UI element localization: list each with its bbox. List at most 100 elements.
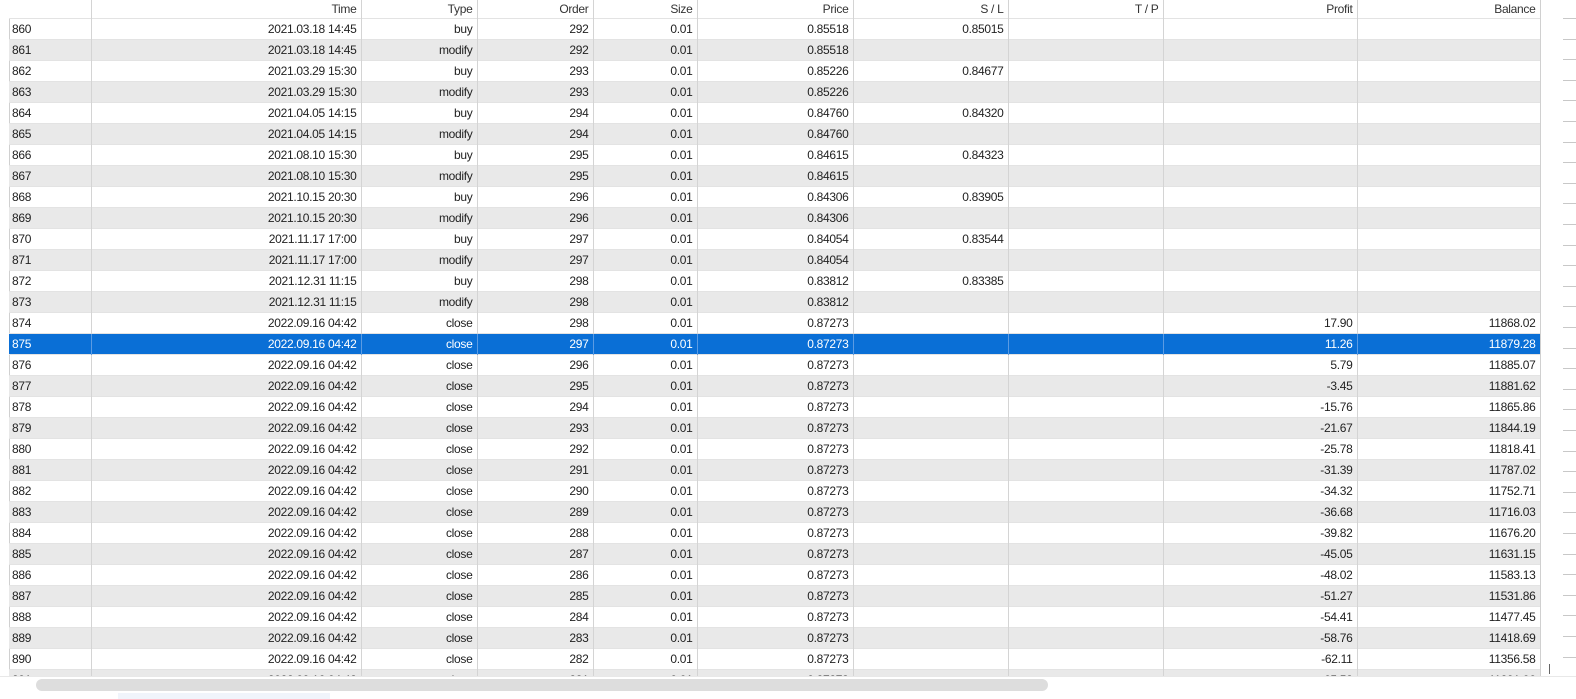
profit-cell: -54.41 [1163, 606, 1358, 628]
profit-cell [1163, 81, 1358, 103]
table-row[interactable]: 862 2021.03.29 15:30 buy 293 0.01 0.85226 0.84… [9, 60, 1540, 82]
price-cell: 0.87273 [697, 375, 854, 397]
row-tick [1563, 18, 1576, 19]
table-row[interactable]: 864 2021.04.05 14:15 buy 294 0.01 0.84760 0.84… [9, 102, 1540, 124]
size-cell: 0.01 [593, 522, 698, 544]
table-row[interactable]: 868 2021.10.15 20:30 buy 296 0.01 0.84306 0.83… [9, 186, 1540, 208]
table-row[interactable]: 863 2021.03.29 15:30 modify 293 0.01 0.85226 [9, 81, 1540, 103]
row-index: 882 [9, 480, 92, 502]
row-index: 883 [9, 501, 92, 523]
table-row[interactable]: 881 2022.09.16 04:42 close 291 0.01 0.87273 -3… [9, 459, 1540, 481]
table-row[interactable]: 876 2022.09.16 04:42 close 296 0.01 0.87273 5.… [9, 354, 1540, 376]
table-row[interactable]: 884 2022.09.16 04:42 close 288 0.01 0.87273 -3… [9, 522, 1540, 544]
balance-cell [1357, 60, 1540, 82]
table-row[interactable]: 875 2022.09.16 04:42 close 297 0.01 0.87273 11… [9, 333, 1540, 355]
time-cell: 2022.09.16 04:42 [91, 606, 362, 628]
price-cell: 0.83812 [697, 291, 854, 313]
table-row[interactable]: 879 2022.09.16 04:42 close 293 0.01 0.87273 -2… [9, 417, 1540, 439]
order-cell: 291 [477, 459, 594, 481]
size-cell: 0.01 [593, 354, 698, 376]
table-row[interactable]: 887 2022.09.16 04:42 close 285 0.01 0.87273 -5… [9, 585, 1540, 607]
table-row[interactable]: 867 2021.08.10 15:30 modify 295 0.01 0.84615 [9, 165, 1540, 187]
table-row[interactable]: 873 2021.12.31 11:15 modify 298 0.01 0.83812 [9, 291, 1540, 313]
time-cell: 2021.03.29 15:30 [91, 81, 362, 103]
horizontal-scrollbar[interactable] [0, 676, 1576, 699]
profit-cell [1163, 270, 1358, 292]
table-row[interactable]: 890 2022.09.16 04:42 close 282 0.01 0.87273 -6… [9, 648, 1540, 670]
tp-cell [1008, 207, 1164, 229]
results-grid[interactable]: Time Type Order Size Price S / L T / P P… [9, 0, 1540, 676]
sl-cell: 0.83905 [853, 186, 1009, 208]
price-cell: 0.83812 [697, 270, 854, 292]
table-row[interactable]: 886 2022.09.16 04:42 close 286 0.01 0.87273 -4… [9, 564, 1540, 586]
balance-cell [1357, 18, 1540, 40]
sl-cell [853, 417, 1009, 439]
price-cell: 0.87273 [697, 312, 854, 334]
price-cell: 0.87273 [697, 417, 854, 439]
table-row[interactable]: 883 2022.09.16 04:42 close 289 0.01 0.87273 -3… [9, 501, 1540, 523]
order-cell: 292 [477, 18, 594, 40]
table-row[interactable]: 865 2021.04.05 14:15 modify 294 0.01 0.84760 [9, 123, 1540, 145]
row-tick [1563, 450, 1576, 452]
balance-cell: 11716.03 [1357, 501, 1540, 523]
table-row[interactable]: 871 2021.11.17 17:00 modify 297 0.01 0.84054 [9, 249, 1540, 271]
time-cell: 2021.04.05 14:15 [91, 123, 362, 145]
column-header-tp[interactable]: T / P [1008, 0, 1164, 19]
type-cell: close [361, 312, 478, 334]
column-header-price[interactable]: Price [697, 0, 854, 19]
type-cell: close [361, 543, 478, 565]
column-header-profit[interactable]: Profit [1163, 0, 1358, 19]
order-cell: 297 [477, 333, 594, 355]
table-row[interactable]: 872 2021.12.31 11:15 buy 298 0.01 0.83812 0.83… [9, 270, 1540, 292]
size-cell: 0.01 [593, 543, 698, 565]
horizontal-scrollbar-thumb[interactable] [36, 679, 1048, 691]
table-row[interactable]: 866 2021.08.10 15:30 buy 295 0.01 0.84615 0.84… [9, 144, 1540, 166]
column-header-sl[interactable]: S / L [853, 0, 1009, 19]
size-cell: 0.01 [593, 627, 698, 649]
time-cell: 2022.09.16 04:42 [91, 312, 362, 334]
table-row[interactable]: 861 2021.03.18 14:45 modify 292 0.01 0.85518 [9, 39, 1540, 61]
profit-cell: 11.26 [1163, 333, 1358, 355]
table-row[interactable]: 874 2022.09.16 04:42 close 298 0.01 0.87273 17… [9, 312, 1540, 334]
size-cell: 0.01 [593, 564, 698, 586]
balance-cell: 11676.20 [1357, 522, 1540, 544]
column-header-size[interactable]: Size [593, 0, 698, 19]
price-cell: 0.84054 [697, 249, 854, 271]
table-row[interactable]: 880 2022.09.16 04:42 close 292 0.01 0.87273 -2… [9, 438, 1540, 460]
row-index: 868 [9, 186, 92, 208]
table-row[interactable]: 889 2022.09.16 04:42 close 283 0.01 0.87273 -5… [9, 627, 1540, 649]
table-row[interactable]: 860 2021.03.18 14:45 buy 292 0.01 0.85518 0.85… [9, 18, 1540, 40]
order-cell: 296 [477, 207, 594, 229]
type-cell: modify [361, 291, 478, 313]
table-row[interactable]: 888 2022.09.16 04:42 close 284 0.01 0.87273 -5… [9, 606, 1540, 628]
time-cell: 2022.09.16 04:42 [91, 375, 362, 397]
column-header-index[interactable] [9, 0, 92, 19]
table-row[interactable]: 869 2021.10.15 20:30 modify 296 0.01 0.84306 [9, 207, 1540, 229]
column-header-time[interactable]: Time [91, 0, 362, 19]
table-row[interactable]: 885 2022.09.16 04:42 close 287 0.01 0.87273 -4… [9, 543, 1540, 565]
order-cell: 297 [477, 228, 594, 250]
column-header-order[interactable]: Order [477, 0, 594, 19]
sl-cell [853, 606, 1009, 628]
table-row[interactable]: 882 2022.09.16 04:42 close 290 0.01 0.87273 -3… [9, 480, 1540, 502]
table-row[interactable]: 877 2022.09.16 04:42 close 295 0.01 0.87273 -3… [9, 375, 1540, 397]
profit-cell [1163, 186, 1358, 208]
column-header-type[interactable]: Type [361, 0, 478, 19]
row-tick [1563, 203, 1576, 205]
tp-cell [1008, 18, 1164, 40]
order-cell: 289 [477, 501, 594, 523]
time-cell: 2021.11.17 17:00 [91, 249, 362, 271]
sl-cell [853, 585, 1009, 607]
table-row[interactable]: 870 2021.11.17 17:00 buy 297 0.01 0.84054 0.83… [9, 228, 1540, 250]
profit-cell [1163, 144, 1358, 166]
size-cell: 0.01 [593, 102, 698, 124]
balance-cell: 11477.45 [1357, 606, 1540, 628]
resize-grip-icon[interactable] [1549, 664, 1550, 674]
table-row[interactable]: 878 2022.09.16 04:42 close 294 0.01 0.87273 -1… [9, 396, 1540, 418]
row-tick [1563, 306, 1576, 308]
profit-cell [1163, 123, 1358, 145]
column-header-balance[interactable]: Balance [1357, 0, 1540, 19]
row-index: 888 [9, 606, 92, 628]
sl-cell [853, 375, 1009, 397]
tp-cell [1008, 396, 1164, 418]
